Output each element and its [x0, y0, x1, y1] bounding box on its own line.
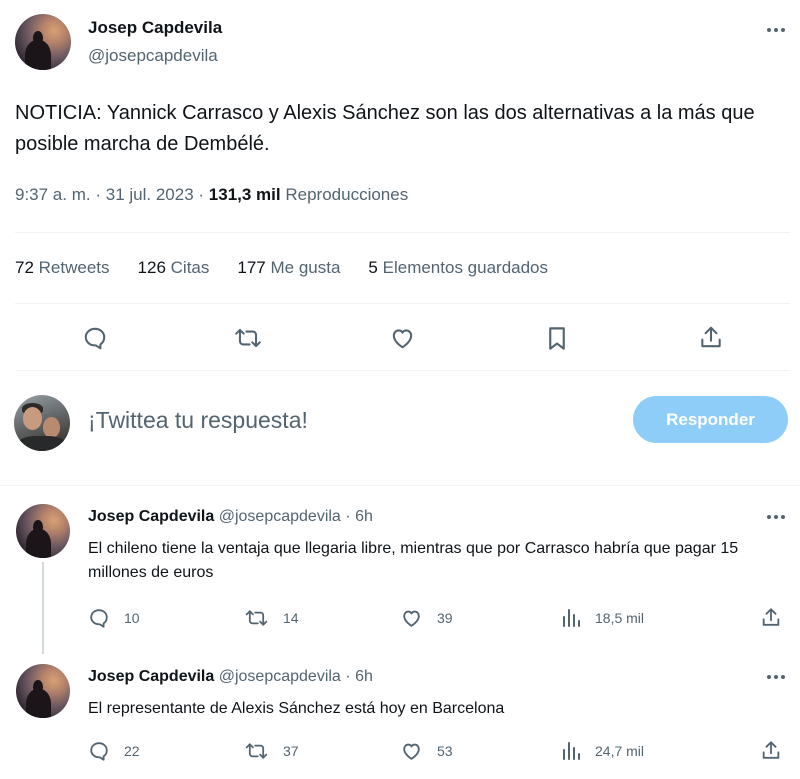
- reply-text: El representante de Alexis Sánchez está …: [88, 700, 505, 717]
- reply-time[interactable]: 6h: [355, 508, 373, 525]
- reply-action-retweet[interactable]: 37: [244, 740, 299, 762]
- author-avatar[interactable]: [15, 14, 71, 70]
- reply-action-like[interactable]: 39: [400, 607, 453, 629]
- reply-count: 22: [124, 743, 140, 759]
- views-count: 131,3 mil: [208, 185, 281, 204]
- like-icon: [400, 740, 423, 762]
- reply-header: Josep Capdevila @josepcapdevila · 6h: [88, 508, 373, 526]
- reply-action-retweet[interactable]: 14: [244, 607, 299, 629]
- tweet-meta: 9:37 a. m. · 31 jul. 2023 · 131,3 mil Re…: [15, 185, 408, 205]
- quotes-count: 126: [137, 258, 166, 277]
- reply-time[interactable]: 6h: [355, 668, 373, 685]
- quotes-label: Citas: [170, 258, 210, 277]
- tweet-time[interactable]: 9:37 a. m.: [15, 185, 91, 204]
- reply-header: Josep Capdevila @josepcapdevila · 6h: [88, 668, 373, 686]
- retweet-count: 37: [283, 743, 299, 759]
- views-icon: [561, 607, 581, 629]
- user-avatar[interactable]: [14, 395, 70, 451]
- reply-dot: ·: [345, 668, 351, 685]
- quotes-stat[interactable]: 126 Citas: [138, 258, 210, 278]
- reply-action-like[interactable]: 53: [400, 740, 453, 762]
- like-count: 53: [437, 743, 453, 759]
- views-label: Reproducciones: [285, 185, 409, 204]
- author-name[interactable]: Josep Capdevila: [88, 18, 222, 38]
- reply-icon: [88, 607, 110, 629]
- meta-separator: ·: [95, 185, 102, 204]
- meta-separator: ·: [198, 185, 205, 204]
- reply-author-handle[interactable]: @josepcapdevila: [219, 668, 341, 685]
- reply-dot: ·: [345, 508, 351, 525]
- share-icon[interactable]: [760, 606, 782, 629]
- retweet-count: 14: [283, 610, 299, 626]
- tweet-date[interactable]: 31 jul. 2023: [106, 185, 194, 204]
- reply-icon: [88, 740, 110, 762]
- like-icon: [400, 607, 423, 629]
- reply-action-reply[interactable]: 22: [88, 740, 140, 762]
- retweet-icon: [244, 607, 269, 629]
- reply-action-views[interactable]: 24,7 mil: [561, 740, 644, 762]
- divider: [15, 303, 790, 304]
- share-icon[interactable]: [760, 739, 782, 762]
- likes-label: Me gusta: [270, 258, 341, 277]
- bookmark-icon[interactable]: [545, 325, 569, 352]
- more-options-icon[interactable]: [761, 507, 791, 527]
- share-icon[interactable]: [698, 324, 724, 351]
- like-icon[interactable]: [389, 325, 416, 351]
- bookmarks-label: Elementos guardados: [382, 258, 549, 277]
- more-options-icon[interactable]: [761, 20, 791, 40]
- reply-text: El chileno tiene la ventaja que llegaria…: [88, 540, 739, 581]
- views-icon: [561, 740, 581, 762]
- thread-line: [42, 562, 44, 654]
- divider: [15, 370, 790, 371]
- retweets-stat[interactable]: 72 Retweets: [15, 258, 110, 278]
- retweets-label: Retweets: [38, 258, 110, 277]
- views-count: 18,5 mil: [595, 610, 645, 626]
- reply-input[interactable]: ¡Twittea tu respuesta!: [88, 407, 308, 434]
- reply-author-handle[interactable]: @josepcapdevila: [219, 508, 341, 525]
- reply-icon[interactable]: [82, 325, 108, 351]
- bookmarks-count: 5: [368, 258, 378, 277]
- retweet-icon: [244, 740, 269, 762]
- divider: [15, 232, 790, 233]
- reply-action-reply[interactable]: 10: [88, 607, 140, 629]
- reply-action-views[interactable]: 18,5 mil: [561, 607, 644, 629]
- tweet-text: NOTICIA: Yannick Carrasco y Alexis Sánch…: [15, 102, 755, 155]
- retweet-icon[interactable]: [233, 325, 263, 351]
- reply-avatar[interactable]: [16, 664, 70, 718]
- bookmarks-stat[interactable]: 5 Elementos guardados: [368, 258, 548, 278]
- divider: [0, 485, 800, 486]
- reply-author-name[interactable]: Josep Capdevila: [88, 508, 214, 525]
- stats-row: 72 Retweets 126 Citas 177 Me gusta 5 Ele…: [15, 258, 576, 278]
- reply-author-name[interactable]: Josep Capdevila: [88, 668, 214, 685]
- likes-stat[interactable]: 177 Me gusta: [237, 258, 340, 278]
- views-count: 24,7 mil: [595, 743, 645, 759]
- author-handle[interactable]: @josepcapdevila: [88, 46, 218, 66]
- reply-count: 10: [124, 610, 140, 626]
- like-count: 39: [437, 610, 453, 626]
- reply-avatar[interactable]: [16, 504, 70, 558]
- reply-button[interactable]: Responder: [633, 396, 788, 443]
- retweets-count: 72: [15, 258, 34, 277]
- more-options-icon[interactable]: [761, 667, 791, 687]
- likes-count: 177: [237, 258, 266, 277]
